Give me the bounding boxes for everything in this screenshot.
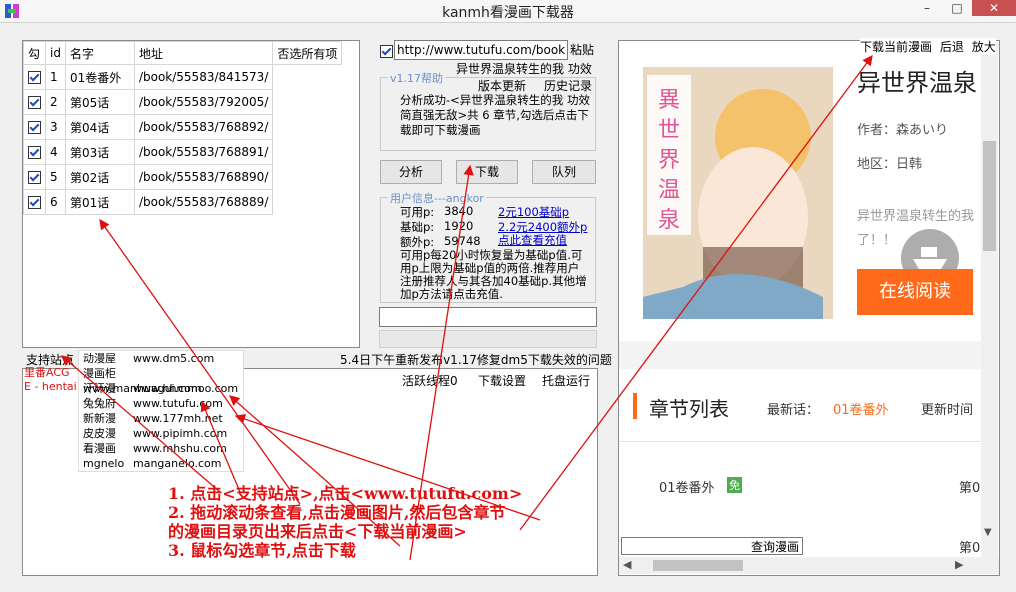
annotation-arrows (61, 54, 873, 561)
